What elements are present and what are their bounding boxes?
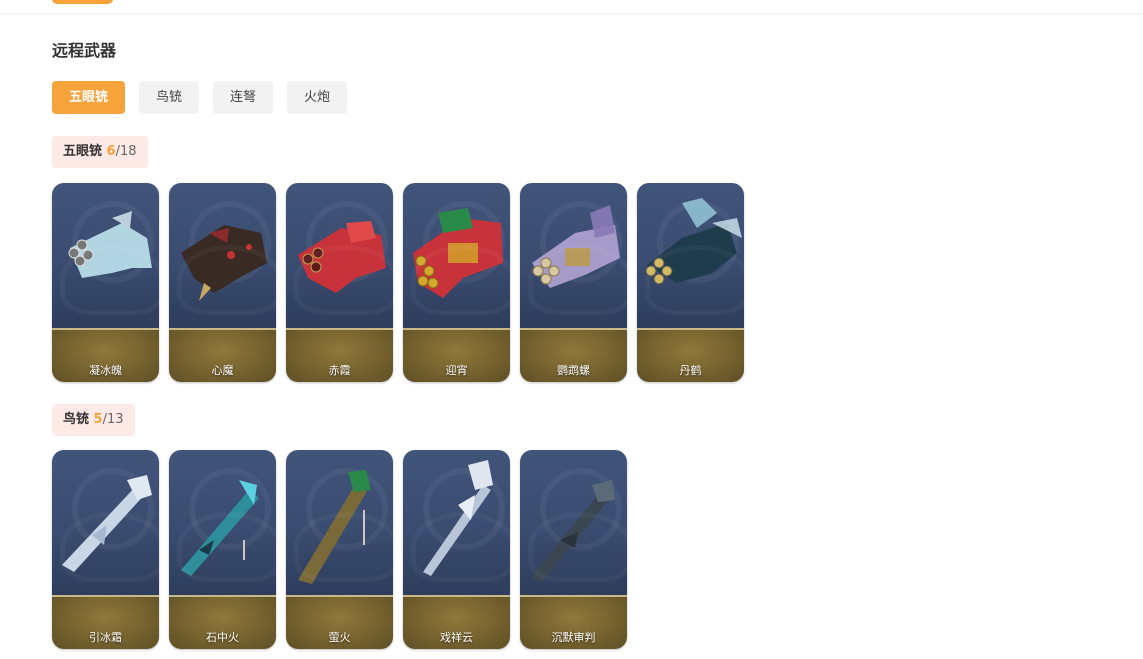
weapon-card[interactable]: 石中火 [169, 450, 276, 649]
weapon-name: 引冰霜 [89, 631, 122, 644]
card-art [520, 183, 627, 328]
musket-grid: 引冰霜 石中火 萤火 戏祥云 沉默审判 [52, 450, 627, 649]
ice-five-barrel-gun-icon [68, 211, 152, 278]
page-title: 远程武器 [52, 41, 117, 60]
weapon-name: 石中火 [206, 631, 239, 644]
weapon-card[interactable]: 戏祥云 [403, 450, 510, 649]
section-name: 鸟铳 [63, 412, 90, 427]
top-navigation-bar [0, 0, 1143, 13]
total-count: /13 [102, 412, 124, 427]
section-label-five-barrel-gun: 五眼铳 6/18 [52, 136, 148, 168]
weapon-card[interactable]: 赤霞 [286, 183, 393, 382]
card-art [520, 450, 627, 595]
tab-musket[interactable]: 鸟铳 [139, 81, 200, 114]
weapon-name: 迎宵 [445, 364, 468, 377]
weapon-card[interactable]: 鹦鹉螺 [520, 183, 627, 382]
section-name: 五眼铳 [63, 144, 103, 159]
card-art [637, 183, 744, 328]
weapon-card[interactable]: 心魔 [169, 183, 276, 382]
tab-five-barrel-gun[interactable]: 五眼铳 [52, 81, 126, 114]
weapon-name: 赤霞 [328, 364, 351, 377]
weapon-card[interactable]: 凝冰魄 [52, 183, 159, 382]
silent-judgment-musket-icon [530, 480, 615, 582]
weapon-type-tabs: 五眼铳 鸟铳 连弩 火炮 [52, 81, 348, 114]
section-label-musket: 鸟铳 5/13 [52, 404, 135, 436]
card-art [52, 450, 159, 595]
card-art [286, 450, 393, 595]
card-art [169, 183, 276, 328]
card-art [403, 450, 510, 595]
cloud-musket-icon [423, 460, 493, 576]
weapon-card[interactable]: 迎宵 [403, 183, 510, 382]
weapon-name: 丹鹤 [679, 364, 702, 377]
owned-count: 5 [93, 412, 103, 427]
tab-cannon[interactable]: 火炮 [287, 81, 348, 114]
card-art [169, 450, 276, 595]
weapon-name: 戏祥云 [440, 631, 473, 644]
nautilus-five-barrel-gun-icon [532, 205, 620, 288]
card-art [403, 183, 510, 328]
gold-red-five-barrel-gun-icon [413, 208, 503, 298]
demon-five-barrel-gun-icon [181, 225, 267, 301]
weapon-card[interactable]: 引冰霜 [52, 450, 159, 649]
tab-repeating-crossbow[interactable]: 连弩 [213, 81, 274, 114]
red-five-barrel-gun-icon [298, 221, 386, 293]
five-barrel-gun-grid: 凝冰魄 心魔 赤霞 迎宵 鹦鹉螺 丹鹤 [52, 183, 744, 382]
frost-musket-icon [62, 475, 152, 572]
weapon-name: 萤火 [328, 631, 351, 644]
card-art [286, 183, 393, 328]
weapon-card[interactable]: 丹鹤 [637, 183, 744, 382]
weapon-name: 心魔 [211, 364, 234, 377]
top-active-tab-indicator[interactable] [52, 0, 113, 4]
weapon-name: 鹦鹉螺 [557, 364, 590, 377]
crane-five-barrel-gun-icon [645, 198, 742, 285]
weapon-card[interactable]: 萤火 [286, 450, 393, 649]
firefly-musket-icon [298, 470, 371, 584]
weapon-name: 凝冰魄 [89, 364, 122, 377]
weapon-name: 沉默审判 [551, 631, 596, 644]
total-count: /18 [115, 144, 137, 159]
weapon-card[interactable]: 沉默审判 [520, 450, 627, 649]
card-art [52, 183, 159, 328]
owned-count: 6 [106, 144, 116, 159]
fire-stone-musket-icon [181, 480, 259, 576]
